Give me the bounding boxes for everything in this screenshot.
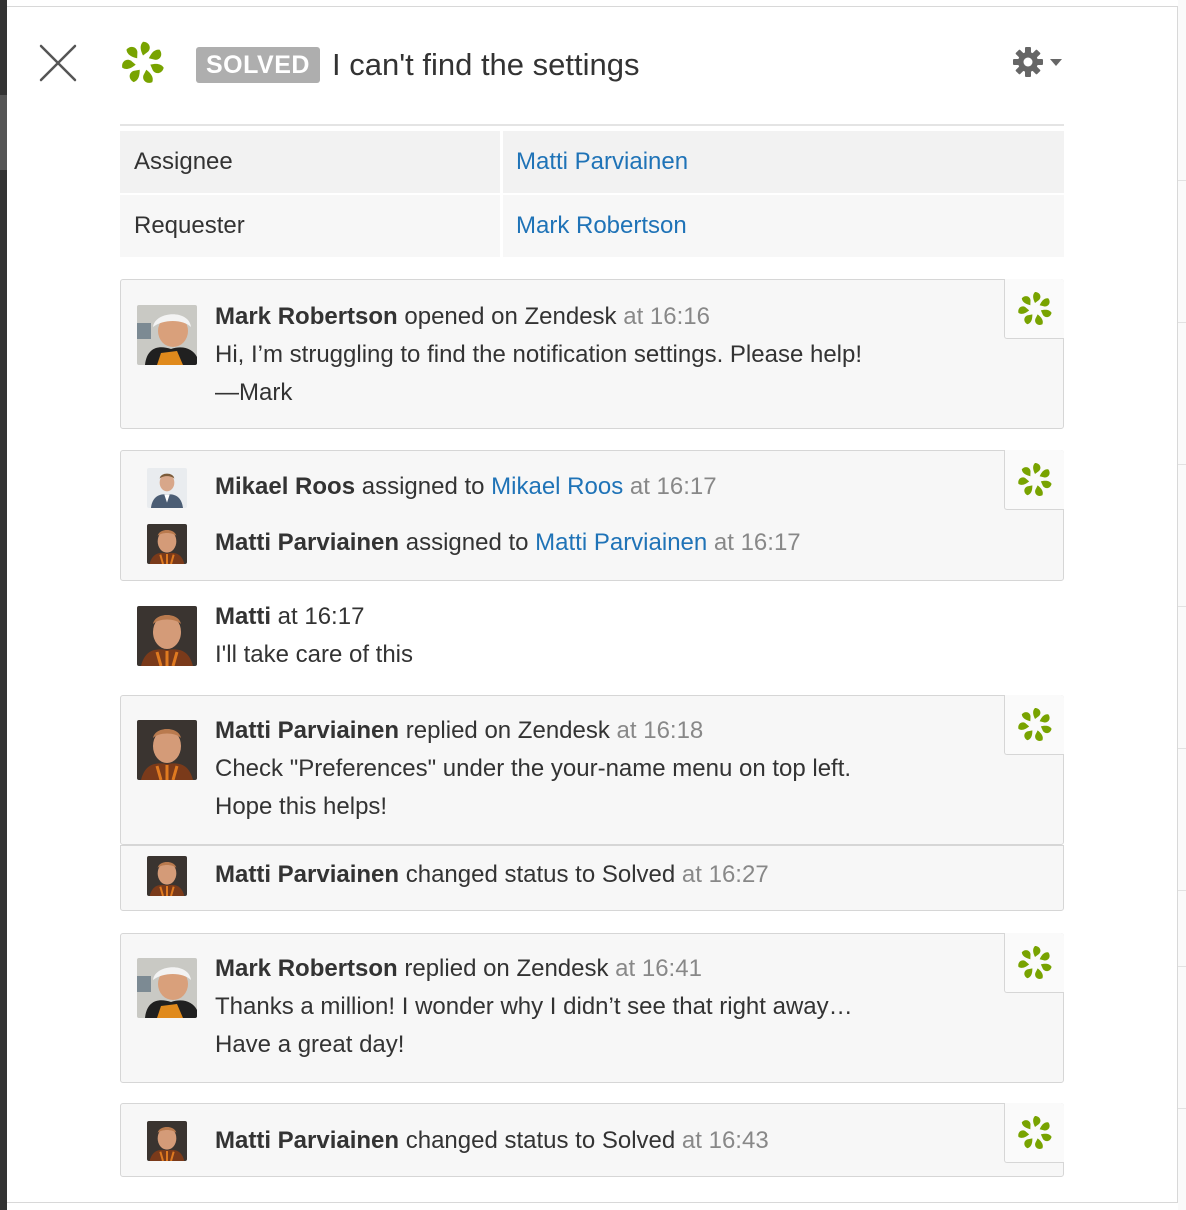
event-action: replied on Zendesk bbox=[399, 717, 617, 744]
event-header: Matti Parviainen replied on Zendesk at 1… bbox=[215, 712, 703, 750]
gear-icon bbox=[1013, 47, 1062, 77]
settings-menu-button[interactable] bbox=[1012, 45, 1068, 81]
requester-link[interactable]: Mark Robertson bbox=[503, 195, 1064, 257]
avatar[interactable] bbox=[147, 468, 187, 508]
ticket-properties: Assignee Matti Parviainen Requester Mark… bbox=[120, 131, 1064, 259]
avatar[interactable] bbox=[137, 606, 197, 666]
avatar[interactable] bbox=[147, 524, 187, 564]
message-signature: —Mark bbox=[215, 379, 293, 406]
avatar[interactable] bbox=[137, 305, 197, 365]
zendesk-logo-icon bbox=[118, 38, 168, 88]
zendesk-source-icon bbox=[1004, 933, 1064, 993]
author-name[interactable]: Matti Parviainen bbox=[215, 861, 399, 888]
message-line: I'll take care of this bbox=[215, 641, 413, 668]
event-time: at 16:17 bbox=[271, 603, 365, 630]
event-time: at 16:27 bbox=[681, 861, 769, 888]
property-label: Requester bbox=[120, 195, 500, 257]
zendesk-source-icon bbox=[1004, 695, 1064, 755]
event-time: at 16:17 bbox=[623, 473, 717, 500]
avatar[interactable] bbox=[137, 958, 197, 1018]
assignee-link[interactable]: Matti Parviainen bbox=[535, 529, 707, 556]
app-sidebar-edge bbox=[0, 0, 7, 1210]
zendesk-source-icon bbox=[1004, 1103, 1064, 1163]
author-name[interactable]: Mikael Roos bbox=[215, 473, 355, 500]
assignee-link[interactable]: Mikael Roos bbox=[491, 473, 623, 500]
event-time: at 16:18 bbox=[616, 717, 704, 744]
message-line: Check "Preferences" under the your-name … bbox=[215, 755, 852, 782]
event-action: assigned to bbox=[355, 473, 492, 500]
event-time: at 16:41 bbox=[615, 955, 702, 982]
property-assignee: Assignee Matti Parviainen bbox=[120, 131, 1064, 193]
event-action: replied on Zendesk bbox=[397, 955, 616, 982]
event-header: Mark Robertson opened on Zendesk at 16:1… bbox=[215, 298, 710, 336]
message-line: Hope this helps! bbox=[215, 793, 388, 820]
message-line: Have a great day! bbox=[215, 1031, 405, 1058]
event-header: Matti Parviainen assigned to Matti Parvi… bbox=[215, 524, 801, 562]
zendesk-source-icon bbox=[1004, 279, 1064, 339]
chevron-down-icon bbox=[1050, 59, 1062, 66]
property-label: Assignee bbox=[120, 131, 500, 193]
author-name[interactable]: Matti Parviainen bbox=[215, 529, 399, 556]
event-action: changed status to Solved bbox=[399, 861, 682, 888]
event-time: at 16:43 bbox=[681, 1127, 769, 1154]
message-line: Thanks a million! I wonder why I didn’t … bbox=[215, 993, 853, 1020]
header-divider bbox=[120, 124, 1064, 126]
event-header: Mark Robertson replied on Zendesk at 16:… bbox=[215, 950, 702, 988]
event-header: Matti Parviainen changed status to Solve… bbox=[215, 856, 769, 894]
event-time: at 16:16 bbox=[623, 303, 710, 330]
event-header: Mikael Roos assigned to Mikael Roos at 1… bbox=[215, 468, 717, 506]
close-icon[interactable] bbox=[38, 43, 78, 83]
zendesk-source-icon bbox=[1004, 450, 1064, 510]
author-name[interactable]: Mark Robertson bbox=[215, 955, 398, 982]
assignee-link[interactable]: Matti Parviainen bbox=[503, 131, 1064, 193]
event-header: Matti at 16:17 bbox=[215, 598, 364, 636]
author-name[interactable]: Matti Parviainen bbox=[215, 1127, 399, 1154]
avatar[interactable] bbox=[147, 1121, 187, 1161]
author-name[interactable]: Mark Robertson bbox=[215, 303, 398, 330]
avatar[interactable] bbox=[147, 856, 187, 896]
avatar[interactable] bbox=[137, 720, 197, 780]
event-action: opened on Zendesk bbox=[397, 303, 624, 330]
event-header: Matti Parviainen changed status to Solve… bbox=[215, 1122, 769, 1160]
author-name[interactable]: Matti bbox=[215, 603, 271, 630]
author-name[interactable]: Matti Parviainen bbox=[215, 717, 399, 744]
event-action: changed status to Solved bbox=[399, 1127, 682, 1154]
message-line: Hi, I’m struggling to find the notificat… bbox=[215, 341, 863, 368]
background-list-edge bbox=[1178, 0, 1186, 1210]
event-time: at 16:17 bbox=[707, 529, 801, 556]
status-badge: SOLVED bbox=[196, 47, 320, 83]
ticket-title: I can't find the settings bbox=[332, 47, 640, 82]
event-action: assigned to bbox=[399, 529, 536, 556]
property-requester: Requester Mark Robertson bbox=[120, 195, 1064, 257]
